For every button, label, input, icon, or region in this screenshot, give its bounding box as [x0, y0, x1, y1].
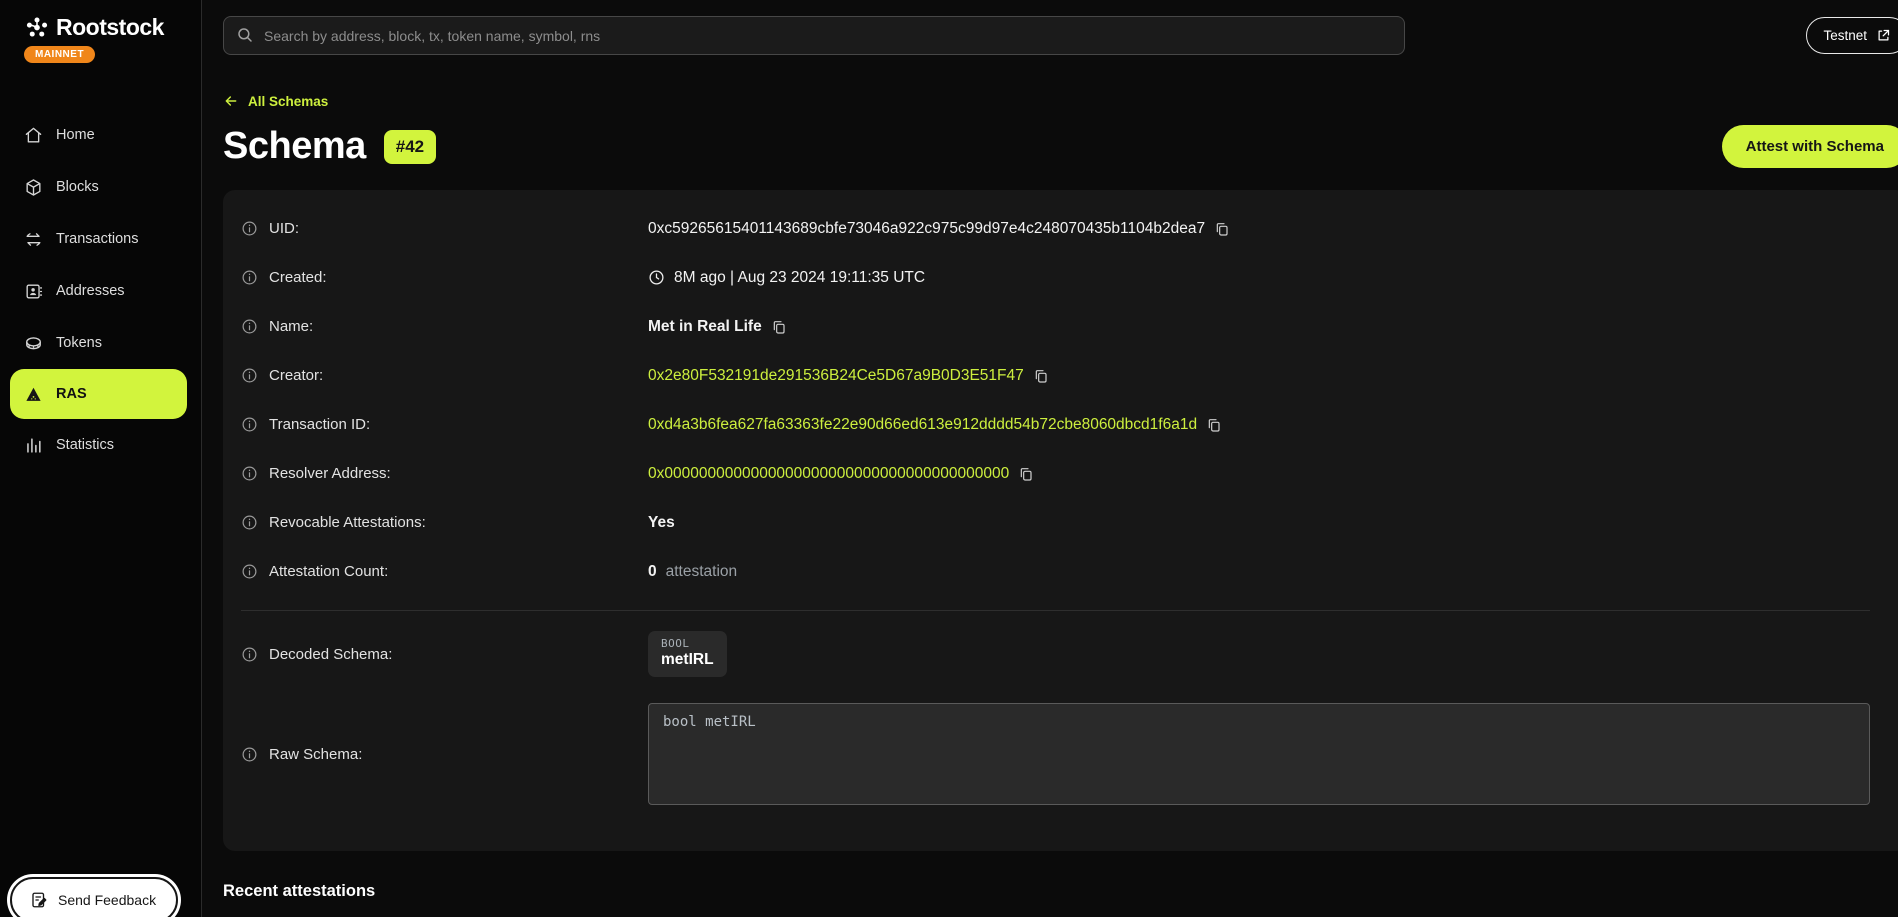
resolver-address-link[interactable]: 0x00000000000000000000000000000000000000…	[648, 465, 1009, 483]
info-icon[interactable]	[241, 416, 258, 433]
copy-icon[interactable]	[771, 319, 787, 335]
network-badge: MAINNET	[24, 46, 95, 63]
external-link-icon	[1876, 28, 1891, 43]
copy-icon[interactable]	[1018, 466, 1034, 482]
schema-number-badge: #42	[384, 130, 436, 164]
attestation-icon	[24, 385, 43, 404]
decoded-schema-field: metIRL	[661, 651, 714, 669]
sidebar-item-blocks[interactable]: Blocks	[0, 161, 201, 213]
search-box	[223, 16, 1405, 55]
uid-value: 0xc59265615401143689cbfe73046a922c975c99…	[648, 220, 1205, 238]
sidebar-item-label: Addresses	[56, 283, 125, 299]
rootstock-logo[interactable]: Rootstock	[24, 14, 201, 41]
rootstock-flower-icon	[24, 15, 50, 41]
sidebar-item-tokens[interactable]: Tokens	[0, 317, 201, 369]
created-label: Created:	[269, 269, 327, 286]
revocable-value: Yes	[648, 514, 675, 532]
feedback-label: Send Feedback	[58, 892, 156, 908]
info-icon[interactable]	[241, 269, 258, 286]
main-content: Testnet All Schemas Schema #42 Attest wi…	[202, 0, 1898, 917]
uid-label: UID:	[269, 220, 299, 237]
section-divider	[241, 610, 1870, 611]
network-switch-button[interactable]: Testnet	[1806, 17, 1898, 54]
sidebar-item-label: RAS	[56, 386, 87, 402]
info-icon[interactable]	[241, 465, 258, 482]
name-label: Name:	[269, 318, 313, 335]
decoded-schema-type: BOOL	[661, 637, 714, 650]
raw-schema-textarea[interactable]: bool metIRL	[648, 703, 1870, 805]
attestation-count-suffix: attestation	[666, 563, 738, 581]
copy-icon[interactable]	[1206, 417, 1222, 433]
copy-icon[interactable]	[1214, 221, 1230, 237]
transaction-id-link[interactable]: 0xd4a3b6fea627fa63363fe22e90d66ed613e912…	[648, 416, 1197, 434]
revocable-label: Revocable Attestations:	[269, 514, 426, 531]
decoded-schema-label: Decoded Schema:	[269, 646, 392, 663]
detail-row-raw-schema: Raw Schema: bool metIRL	[241, 695, 1870, 813]
info-icon[interactable]	[241, 367, 258, 384]
info-icon[interactable]	[241, 746, 258, 763]
sidebar-item-ras[interactable]: RAS	[10, 369, 187, 419]
address-book-icon	[24, 282, 43, 301]
detail-row-decoded-schema: Decoded Schema: BOOL metIRL	[241, 619, 1870, 689]
cube-icon	[24, 178, 43, 197]
copy-icon[interactable]	[1033, 368, 1049, 384]
swap-arrows-icon	[24, 230, 43, 249]
sidebar-item-statistics[interactable]: Statistics	[0, 419, 201, 471]
coin-icon	[24, 334, 43, 353]
resolver-address-label: Resolver Address:	[269, 465, 391, 482]
search-input[interactable]	[223, 16, 1405, 55]
info-icon[interactable]	[241, 514, 258, 531]
network-switch-label: Testnet	[1823, 28, 1867, 43]
home-icon	[24, 126, 43, 145]
detail-row-creator: Creator: 0x2e80F532191de291536B24Ce5D67a…	[241, 351, 1870, 400]
feedback-pencil-icon	[30, 891, 48, 909]
detail-row-name: Name: Met in Real Life	[241, 302, 1870, 351]
info-icon[interactable]	[241, 318, 258, 335]
search-icon	[236, 26, 254, 44]
sidebar-item-label: Home	[56, 127, 95, 143]
sidebar-item-label: Tokens	[56, 335, 102, 351]
attestation-count-label: Attestation Count:	[269, 563, 388, 580]
created-value: 8M ago | Aug 23 2024 19:11:35 UTC	[674, 269, 925, 287]
attest-with-schema-button[interactable]: Attest with Schema	[1722, 125, 1898, 168]
back-link-label: All Schemas	[248, 94, 328, 109]
page-title: Schema	[223, 125, 366, 168]
topbar: Testnet	[223, 16, 1898, 55]
sidebar-item-label: Statistics	[56, 437, 114, 453]
sidebar-item-label: Transactions	[56, 231, 138, 247]
info-icon[interactable]	[241, 563, 258, 580]
name-value: Met in Real Life	[648, 318, 762, 336]
back-link-all-schemas[interactable]: All Schemas	[223, 93, 328, 109]
transaction-id-label: Transaction ID:	[269, 416, 370, 433]
send-feedback-button[interactable]: Send Feedback	[10, 877, 178, 917]
info-icon[interactable]	[241, 646, 258, 663]
creator-label: Creator:	[269, 367, 323, 384]
sidebar-item-label: Blocks	[56, 179, 99, 195]
sidebar: Rootstock MAINNET Home Blocks Transactio…	[0, 0, 202, 917]
sidebar-nav: Home Blocks Transactions Addresses Token…	[0, 109, 201, 471]
brand-name: Rootstock	[56, 14, 164, 41]
sidebar-item-addresses[interactable]: Addresses	[0, 265, 201, 317]
arrow-left-icon	[223, 93, 239, 109]
info-icon[interactable]	[241, 220, 258, 237]
detail-row-attestation-count: Attestation Count: 0 attestation	[241, 547, 1870, 596]
schema-detail-panel: UID: 0xc59265615401143689cbfe73046a922c9…	[223, 190, 1898, 851]
attestation-count-value: 0	[648, 563, 657, 581]
sidebar-item-transactions[interactable]: Transactions	[0, 213, 201, 265]
bar-chart-icon	[24, 436, 43, 455]
clock-icon	[648, 269, 665, 286]
title-row: Schema #42 Attest with Schema	[223, 125, 1898, 168]
detail-row-resolver-address: Resolver Address: 0x00000000000000000000…	[241, 449, 1870, 498]
detail-row-created: Created: 8M ago | Aug 23 2024 19:11:35 U…	[241, 253, 1870, 302]
sidebar-item-home[interactable]: Home	[0, 109, 201, 161]
creator-address-link[interactable]: 0x2e80F532191de291536B24Ce5D67a9B0D3E51F…	[648, 367, 1024, 385]
raw-schema-label: Raw Schema:	[269, 746, 362, 763]
detail-row-revocable: Revocable Attestations: Yes	[241, 498, 1870, 547]
detail-row-uid: UID: 0xc59265615401143689cbfe73046a922c9…	[241, 204, 1870, 253]
decoded-schema-card: BOOL metIRL	[648, 631, 727, 677]
detail-row-transaction-id: Transaction ID: 0xd4a3b6fea627fa63363fe2…	[241, 400, 1870, 449]
recent-attestations-heading: Recent attestations	[223, 882, 1898, 901]
